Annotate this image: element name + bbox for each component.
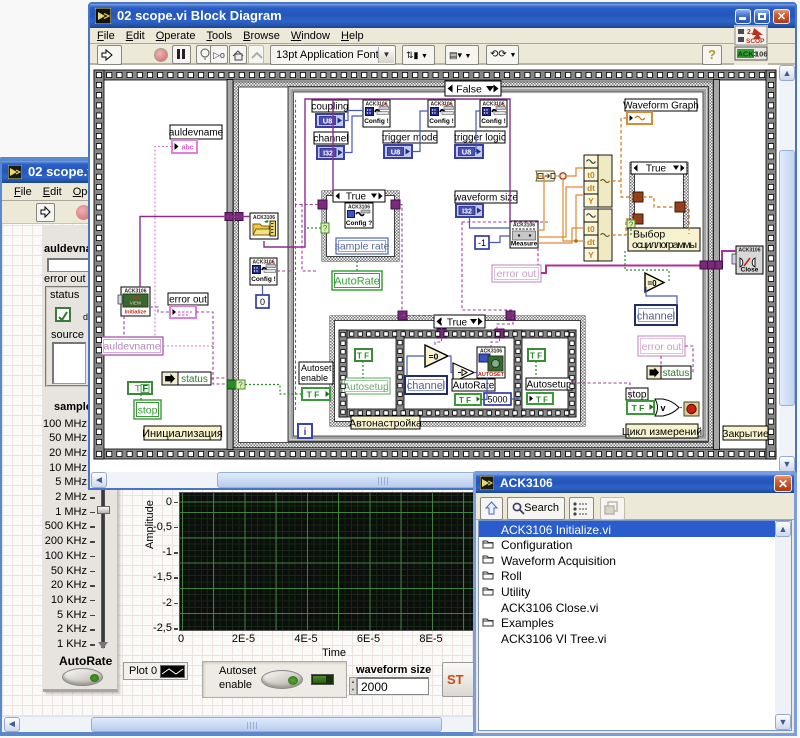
svg-text:True: True — [447, 318, 468, 329]
svg-text:AUTOSET: AUTOSET — [478, 372, 505, 378]
svg-text:2.: 2. — [747, 29, 753, 36]
svg-text:U8: U8 — [323, 117, 333, 126]
svg-text:0: 0 — [260, 297, 265, 307]
svg-text:channel: channel — [637, 311, 676, 323]
svg-text:T F: T F — [357, 352, 369, 361]
svg-text:Автонастройка: Автонастройка — [349, 418, 422, 430]
svg-text:?: ? — [238, 381, 243, 390]
svg-text:error out: error out — [169, 295, 207, 306]
svg-text:Закрытие: Закрытие — [722, 428, 769, 440]
svg-text:error out: error out — [497, 268, 537, 280]
svg-text:v: v — [660, 403, 665, 413]
svg-text:ACK3106: ACK3106 — [348, 205, 370, 211]
svg-text:Config !: Config ! — [251, 276, 276, 283]
svg-text:SCOP: SCOP — [746, 38, 765, 45]
svg-text:=0: =0 — [647, 279, 657, 288]
svg-text:Цикл измерений: Цикл измерений — [622, 426, 702, 438]
svg-text:coupling: coupling — [311, 102, 348, 113]
svg-text:106: 106 — [755, 50, 768, 59]
svg-text:auldevname: auldevname — [103, 341, 160, 353]
svg-text:Measure: Measure — [511, 241, 538, 248]
svg-text:VIEW: VIEW — [130, 301, 142, 306]
svg-text:stop: stop — [138, 405, 158, 417]
svg-text:T F: T F — [459, 396, 471, 405]
svg-text:ACK3106: ACK3106 — [513, 223, 535, 229]
svg-text:trigger mode: trigger mode — [382, 133, 439, 144]
svg-text:channel: channel — [407, 380, 446, 392]
svg-text:T F: T F — [536, 396, 548, 405]
svg-text:-1: -1 — [478, 238, 486, 248]
svg-text:Инициализация: Инициализация — [142, 428, 223, 440]
svg-text:enable: enable — [301, 373, 328, 383]
svg-text:T F: T F — [530, 352, 542, 361]
svg-text:AutoRate: AutoRate — [334, 276, 380, 288]
svg-text:Autoset: Autoset — [301, 363, 332, 373]
svg-text:=0: =0 — [429, 352, 439, 362]
svg-text:t0: t0 — [587, 170, 595, 180]
svg-text:Y: Y — [588, 196, 594, 206]
svg-text:ACK3106: ACK3106 — [739, 248, 761, 254]
svg-text:channel: channel — [313, 134, 348, 145]
svg-text:status: status — [663, 368, 690, 379]
svg-text:AutoRate: AutoRate — [453, 381, 495, 392]
svg-text:осциллограммы: осциллограммы — [632, 239, 697, 251]
svg-text:Waveform Graph: Waveform Graph — [623, 101, 699, 112]
svg-text:dt: dt — [587, 183, 595, 193]
svg-text:sample rate: sample rate — [335, 241, 390, 253]
svg-text:False: False — [456, 84, 482, 96]
svg-text:Config ?: Config ? — [346, 220, 372, 227]
svg-text:I32: I32 — [462, 209, 472, 216]
svg-text:I32: I32 — [323, 151, 333, 158]
svg-text:status: status — [181, 374, 208, 385]
svg-text:True: True — [646, 164, 667, 175]
svg-text:True: True — [346, 192, 367, 203]
svg-text:ACK3106: ACK3106 — [253, 215, 275, 221]
svg-text:▷o: ▷o — [213, 50, 225, 60]
svg-text:T: T — [135, 384, 141, 394]
svg-text:T F: T F — [632, 403, 645, 413]
svg-text:5000: 5000 — [487, 395, 507, 405]
svg-text:T F: T F — [307, 390, 320, 400]
svg-text:trigger logic: trigger logic — [454, 133, 506, 144]
svg-text:?: ? — [323, 224, 328, 233]
svg-text:Autosetup: Autosetup — [343, 382, 388, 393]
svg-text:F: F — [143, 384, 149, 394]
svg-text:abc: abc — [181, 145, 193, 152]
svg-text:Initialize: Initialize — [125, 310, 147, 316]
svg-text:waveform size: waveform size — [453, 193, 518, 204]
svg-text:auldevname: auldevname — [169, 128, 224, 139]
svg-text:error out: error out — [642, 341, 682, 353]
svg-text:Close: Close — [741, 267, 759, 274]
svg-text:i: i — [304, 427, 307, 438]
svg-text:Autosetup: Autosetup — [526, 380, 571, 391]
